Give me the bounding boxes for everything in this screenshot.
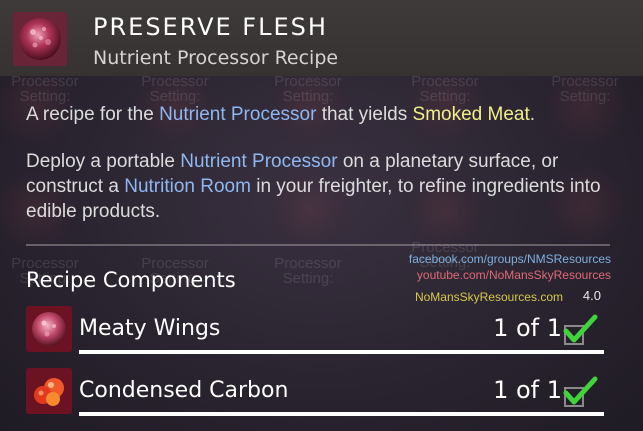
ghost-label: Processor Setting: [274,73,342,105]
description-text: A recipe for the [26,104,160,125]
description-paragraph-1: A recipe for the Nutrient Processor that… [26,102,626,127]
item-subtitle: Nutrient Processor Recipe [93,47,339,69]
description-text: . [529,104,536,125]
check-icon [562,312,598,348]
nutrient-processor-link[interactable]: Nutrient Processor [180,151,337,172]
item-header: PRESERVE FLESH Nutrient Processor Recipe [0,0,643,76]
watermark-facebook: facebook.com/groups/NMSResources [408,252,611,266]
component-count: 1 of 1 [493,376,562,404]
component-count: 1 of 1 [493,314,562,342]
watermark-youtube: youtube.com/NoMansSkyResources [416,268,611,282]
component-progress-underline [79,412,604,416]
ghost-label: Processor Setting: [411,73,479,105]
component-row-condensed-carbon[interactable]: Condensed Carbon 1 of 1 [26,368,618,416]
meaty-wings-icon [26,306,72,352]
component-progress-underline [79,350,604,354]
description-paragraph-2: Deploy a portable Nutrient Processor on … [26,149,626,224]
component-row-meaty-wings[interactable]: Meaty Wings 1 of 1 [26,306,618,354]
ghost-label: Processor Setting: [11,73,79,105]
recipe-components-heading: Recipe Components [26,268,236,292]
check-icon [562,374,598,410]
preserve-flesh-item-icon [13,12,67,66]
nutrition-room-link[interactable]: Nutrition Room [124,176,251,197]
component-name: Meaty Wings [79,316,221,341]
component-name: Condensed Carbon [79,378,289,403]
section-divider [26,244,610,246]
watermark-website: NoMansSkyResources.com [414,290,563,304]
ghost-label: Processor Setting: [551,73,619,105]
description-text: Deploy a portable [26,151,181,172]
ghost-label: Processor Setting: [274,255,342,287]
version-label: 4.0 [582,288,601,303]
description-text: that yields [316,104,413,125]
ghost-label: Processor Setting: [141,73,209,105]
nutrient-processor-link[interactable]: Nutrient Processor [159,104,316,125]
item-title: PRESERVE FLESH [93,13,328,41]
condensed-carbon-icon [26,368,72,414]
smoked-meat-link[interactable]: Smoked Meat [413,104,530,125]
